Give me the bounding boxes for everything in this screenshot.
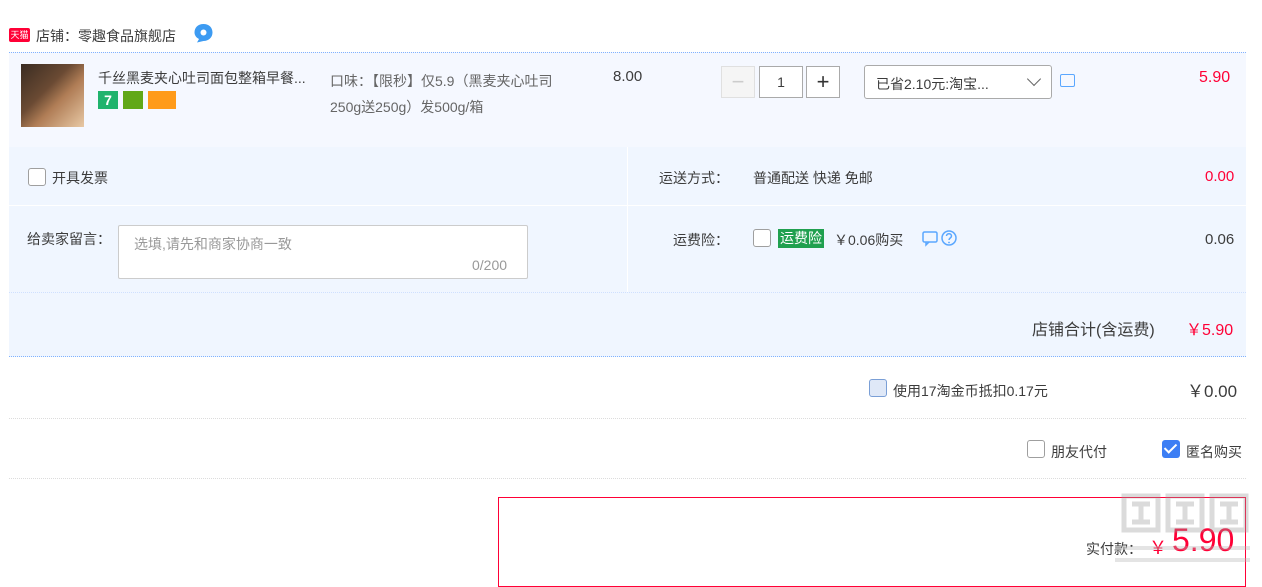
shop-total-label: 店铺合计(含运费) xyxy=(1032,322,1155,339)
seller-memo-placeholder: 选填,请先和商家协商一致 xyxy=(134,236,292,252)
help-icon[interactable] xyxy=(922,229,958,247)
divider xyxy=(9,205,1246,206)
seller-memo-char-count: 0/200 xyxy=(472,257,508,273)
quantity-increase-button[interactable]: + xyxy=(806,66,840,98)
product-sku: 口味：【限秒】仅5.9（黑麦夹心吐司250g送250g）发500g/箱 xyxy=(330,73,553,115)
promotion-select[interactable]: 已省2.10元:淘宝... xyxy=(864,65,1052,99)
shop-total-value: ￥5.90 xyxy=(1186,322,1234,339)
watermark-logo xyxy=(1115,493,1250,562)
tmall-logo: 天猫 xyxy=(9,28,30,42)
message-icon[interactable] xyxy=(1060,74,1075,87)
unit-price: 8.00 xyxy=(613,68,643,85)
seller-memo-label: 给卖家留言： xyxy=(27,231,111,247)
credit-card-icon xyxy=(148,91,176,109)
shipping-insurance-price: ￥0.06购买 xyxy=(834,232,904,248)
divider xyxy=(9,478,1246,480)
shipping-fee: 0.00 xyxy=(1205,168,1235,185)
shipping-insurance-tag: 运费险 xyxy=(778,229,824,248)
friend-pay-checkbox[interactable] xyxy=(1027,440,1045,458)
divider xyxy=(627,147,628,292)
anonymous-purchase-label[interactable]: 匿名购买 xyxy=(1186,442,1242,462)
anonymous-purchase-checkbox[interactable] xyxy=(1162,440,1180,458)
taojinbi-discount-value: ￥0.00 xyxy=(1187,382,1238,401)
seven-day-return-icon: 7 xyxy=(98,91,118,109)
shipping-insurance-fee: 0.06 xyxy=(1205,231,1235,248)
shipping-method-label: 运送方式： xyxy=(659,170,729,186)
wangwang-icon[interactable] xyxy=(193,23,214,43)
product-title[interactable]: 千丝黑麦夹心吐司面包整箱早餐... xyxy=(98,68,306,88)
taojinbi-checkbox[interactable] xyxy=(869,379,887,397)
chevron-down-icon xyxy=(1026,71,1042,87)
divider xyxy=(9,418,1246,420)
service-badge-icon xyxy=(123,91,143,109)
item-subtotal: 5.90 xyxy=(1199,69,1231,86)
friend-pay-label[interactable]: 朋友代付 xyxy=(1051,442,1107,462)
shipping-insurance-label: 运费险： xyxy=(673,232,729,248)
quantity-decrease-button[interactable]: − xyxy=(721,66,755,98)
invoice-checkbox[interactable] xyxy=(28,168,46,186)
shop-name[interactable]: 店铺：零趣食品旗舰店 xyxy=(36,26,176,46)
item-row xyxy=(9,52,1246,147)
taojinbi-label[interactable]: 使用17淘金币抵扣0.17元 xyxy=(893,381,1048,401)
product-thumbnail[interactable] xyxy=(21,64,84,127)
shipping-insurance-checkbox[interactable] xyxy=(753,229,771,247)
shipping-method-value: 普通配送 快递 免邮 xyxy=(753,170,873,186)
promotion-select-value: 已省2.10元:淘宝... xyxy=(876,76,989,92)
quantity-input[interactable]: 1 xyxy=(759,66,803,98)
invoice-label[interactable]: 开具发票 xyxy=(52,168,108,188)
